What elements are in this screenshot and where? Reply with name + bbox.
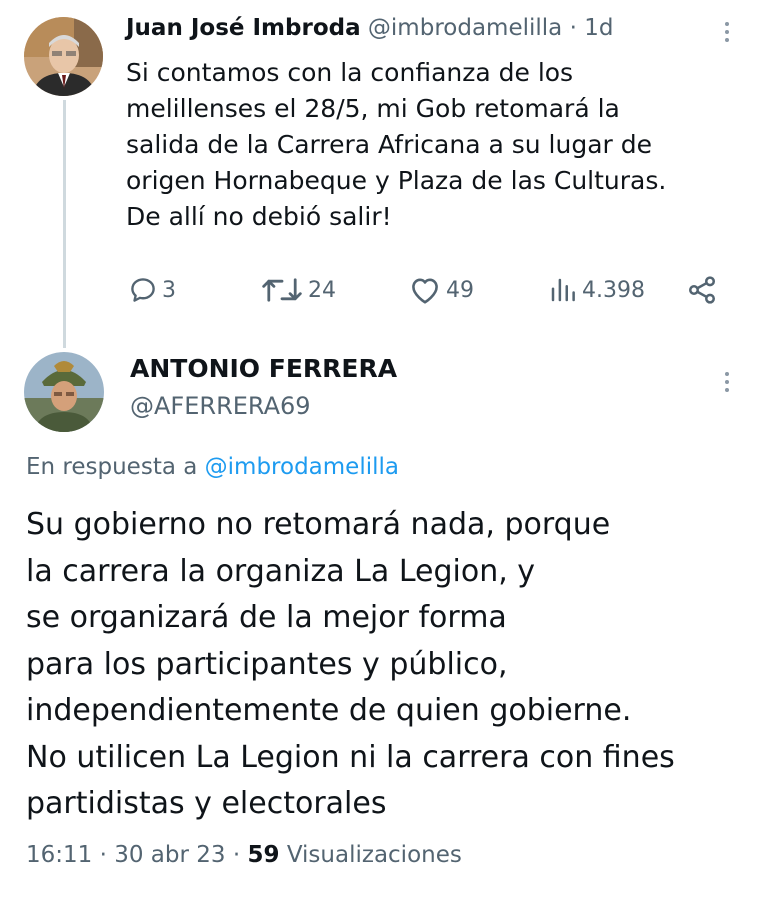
views-label: Visualizaciones [286, 842, 462, 868]
reply-text-line: para los participantes y público, [26, 646, 508, 682]
views-icon [551, 278, 575, 302]
reply-author-handle[interactable]: @AFERRERA69 [130, 392, 311, 420]
in-reply-to-prefix: En respuesta a [26, 454, 198, 480]
views-total[interactable]: 59 [247, 842, 279, 868]
reply-text-line: independientemente de quien gobierne. [26, 693, 632, 728]
thread-connector-line [63, 100, 66, 348]
parent-author-handle[interactable]: @imbrodamelilla [368, 15, 562, 41]
more-options-icon[interactable] [724, 22, 730, 46]
retweet-button[interactable]: 24 [260, 272, 336, 308]
reply-count: 3 [162, 277, 176, 303]
share-button[interactable] [686, 272, 722, 308]
parent-time-ago[interactable]: 1d [584, 15, 613, 41]
meta-separator: · [99, 842, 107, 868]
retweet-icon [262, 278, 302, 302]
reply-text-line: partidistas y electorales [26, 786, 387, 821]
avatar-antonio-ferrera[interactable] [24, 352, 104, 432]
more-options-icon[interactable] [724, 372, 730, 396]
tweet-time[interactable]: 16:11 [26, 842, 92, 868]
views-count: 4.398 [582, 277, 645, 303]
tweet-metadata: 16:11 · 30 abr 23 · 59 Visualizaciones [26, 842, 462, 868]
parent-tweet-text: Si contamos con la confianza de los meli… [126, 58, 667, 231]
in-reply-to-line: En respuesta a @imbrodamelilla [26, 454, 399, 480]
avatar-photo-icon [24, 352, 104, 432]
reply-button[interactable]: 3 [128, 272, 176, 308]
reply-icon [131, 278, 155, 302]
like-icon [412, 278, 438, 304]
share-icon [689, 276, 715, 304]
in-reply-to-mention[interactable]: @imbrodamelilla [205, 454, 399, 480]
tweet-date[interactable]: 30 abr 23 [114, 842, 225, 868]
reply-tweet-text: Su gobierno no retomará nada, porque la … [26, 502, 675, 828]
parent-tweet-header: Juan José Imbroda @imbrodamelilla · 1d [126, 15, 613, 41]
reply-text-line: Su gobierno no retomará nada, porque [26, 507, 611, 542]
reply-text-line: No utilicen La Legion ni la carrera con … [26, 739, 675, 775]
parent-author-name[interactable]: Juan José Imbroda [126, 15, 361, 41]
header-separator: · [569, 15, 577, 41]
meta-separator: · [232, 842, 241, 868]
views-button[interactable]: 4.398 [548, 272, 645, 308]
like-count: 49 [446, 277, 474, 303]
reply-text-line: la carrera la organiza La Legion, y [26, 553, 536, 589]
like-button[interactable]: 49 [408, 272, 474, 308]
reply-author-name[interactable]: ANTONIO FERRERA [130, 354, 397, 383]
reply-text-line: se organizará de la mejor forma [26, 600, 507, 635]
retweet-count: 24 [308, 277, 336, 303]
avatar-photo-icon [24, 17, 103, 96]
avatar-juan-jose-imbroda[interactable] [24, 17, 103, 96]
